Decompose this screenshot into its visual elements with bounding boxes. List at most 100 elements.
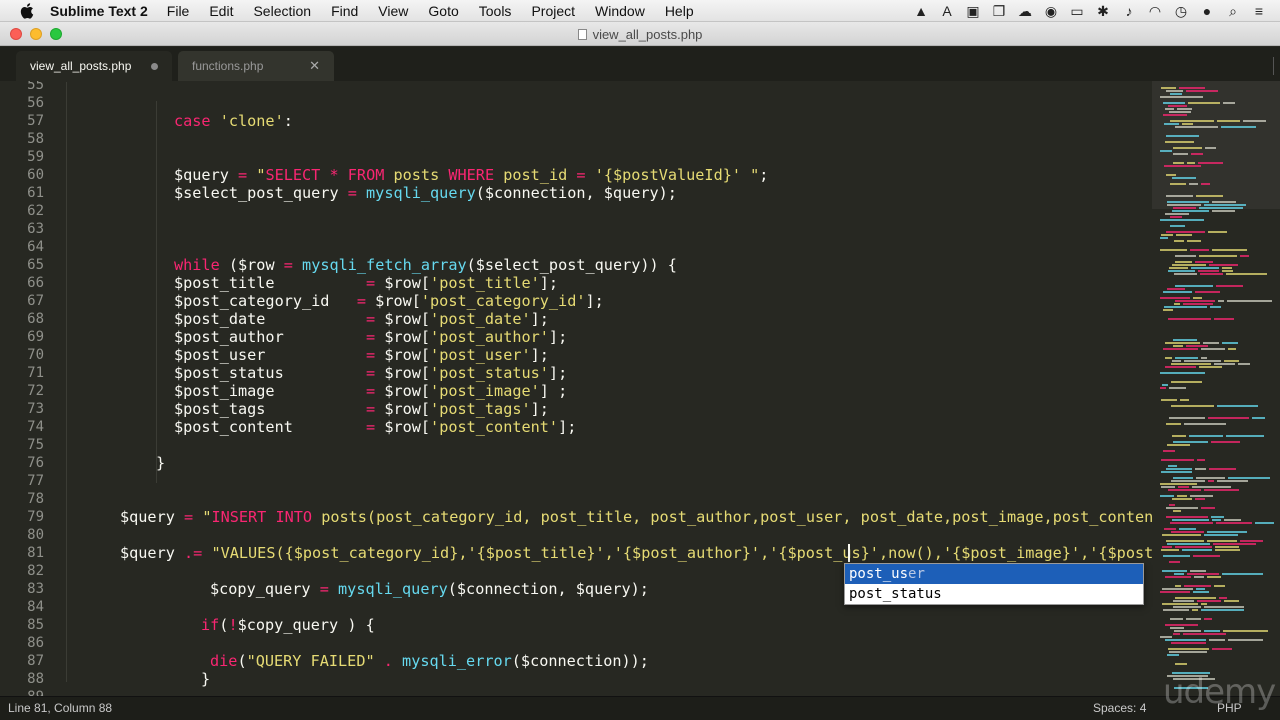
close-tab-icon[interactable]: ✕ bbox=[309, 58, 320, 74]
line-number: 58 bbox=[27, 131, 44, 147]
code-line[interactable]: } bbox=[156, 454, 165, 472]
minimap-line bbox=[1161, 549, 1179, 551]
menu-selection[interactable]: Selection bbox=[253, 3, 311, 19]
code-line[interactable]: $post_content = $row['post_content']; bbox=[174, 418, 576, 436]
code-line[interactable]: $select_post_query = mysqli_query($conne… bbox=[174, 184, 677, 202]
code-token: .= bbox=[184, 544, 212, 562]
code-line[interactable]: $query = "SELECT * FROM posts WHERE post… bbox=[174, 166, 768, 184]
minimap-line bbox=[1161, 399, 1177, 401]
tab-functions[interactable]: functions.php ✕ bbox=[178, 51, 334, 81]
line-number: 87 bbox=[27, 653, 44, 669]
tab-label: view_all_posts.php bbox=[30, 59, 132, 73]
code-line[interactable]: $post_image = $row['post_image'] ; bbox=[174, 382, 567, 400]
minimap-line bbox=[1164, 123, 1179, 125]
menu-goto[interactable]: Goto bbox=[428, 3, 458, 19]
minimap-line bbox=[1201, 357, 1207, 359]
font-icon[interactable]: A bbox=[938, 2, 956, 20]
code-token: $select_post_query bbox=[174, 184, 348, 202]
app-menu[interactable]: Sublime Text 2 bbox=[50, 3, 148, 19]
minimap[interactable] bbox=[1152, 81, 1280, 696]
minimap-line bbox=[1175, 546, 1212, 548]
tab-view-all-posts[interactable]: view_all_posts.php bbox=[16, 51, 172, 81]
minimap-line bbox=[1169, 504, 1175, 506]
autocomplete-popup[interactable]: post_user post_status bbox=[844, 563, 1144, 605]
drive-icon[interactable]: ▲ bbox=[912, 2, 930, 20]
minimap-viewport[interactable] bbox=[1152, 81, 1280, 209]
minimap-line bbox=[1162, 384, 1168, 386]
line-number: 68 bbox=[27, 311, 44, 327]
autocomplete-item[interactable]: post_user bbox=[845, 564, 1143, 584]
menu-file[interactable]: File bbox=[167, 3, 190, 19]
indentation-setting[interactable]: Spaces: 4 bbox=[1093, 701, 1146, 715]
minimap-line bbox=[1228, 477, 1270, 479]
code-line[interactable]: $query .= "VALUES({$post_category_id},'{… bbox=[120, 544, 1152, 562]
airplay-icon[interactable]: ▭ bbox=[1068, 2, 1086, 20]
code-token: 'post_tags' bbox=[430, 400, 531, 418]
menu-list-icon[interactable]: ≡ bbox=[1250, 2, 1268, 20]
minimap-line bbox=[1194, 576, 1204, 578]
minimap-line bbox=[1167, 288, 1185, 290]
autocomplete-rest: us bbox=[924, 586, 942, 602]
search-icon[interactable]: ⌕ bbox=[1224, 2, 1242, 20]
code-token: . bbox=[383, 652, 403, 670]
record-icon[interactable]: ◉ bbox=[1042, 2, 1060, 20]
menu-edit[interactable]: Edit bbox=[209, 3, 233, 19]
minimap-line bbox=[1199, 366, 1222, 368]
screen-record-icon[interactable]: ▣ bbox=[964, 2, 982, 20]
clock-icon[interactable]: ◷ bbox=[1172, 2, 1190, 20]
code-line[interactable]: die("QUERY FAILED" . mysqli_error($conne… bbox=[210, 652, 649, 670]
menu-help[interactable]: Help bbox=[665, 3, 694, 19]
minimap-line bbox=[1201, 603, 1207, 605]
minimap-line bbox=[1160, 483, 1197, 485]
copy-icon[interactable]: ❐ bbox=[990, 2, 1008, 20]
menu-project[interactable]: Project bbox=[531, 3, 575, 19]
code-token: $row[ bbox=[384, 382, 431, 400]
tab-strip-divider bbox=[1273, 57, 1274, 75]
minimap-line bbox=[1161, 486, 1175, 488]
menu-window[interactable]: Window bbox=[595, 3, 645, 19]
code-token: 'post_author' bbox=[430, 328, 549, 346]
code-line[interactable]: case 'clone': bbox=[174, 112, 293, 130]
unsaved-dot-icon[interactable] bbox=[151, 62, 158, 70]
code-line[interactable]: $post_category_id = $row['post_category_… bbox=[174, 292, 604, 310]
apple-icon[interactable] bbox=[18, 2, 36, 20]
code-line[interactable]: $post_tags = $row['post_tags']; bbox=[174, 400, 549, 418]
code-line[interactable]: $copy_query = mysqli_query($connection, … bbox=[210, 580, 649, 598]
bluetooth-icon[interactable]: ✱ bbox=[1094, 2, 1112, 20]
code-token: "QUERY FAILED" bbox=[246, 652, 384, 670]
minimap-line bbox=[1167, 654, 1179, 656]
minimap-line bbox=[1166, 174, 1176, 176]
cloud-icon[interactable]: ☁ bbox=[1016, 2, 1034, 20]
code-token: $post_category_id bbox=[174, 292, 357, 310]
minimap-line bbox=[1160, 591, 1190, 593]
code-token: $query bbox=[120, 544, 185, 562]
minimap-line bbox=[1184, 585, 1211, 587]
menu-find[interactable]: Find bbox=[331, 3, 358, 19]
code-line[interactable]: if(!$copy_query ) { bbox=[201, 616, 375, 634]
minimap-line bbox=[1172, 177, 1196, 179]
autocomplete-item[interactable]: post_status bbox=[845, 584, 1143, 604]
menu-tools[interactable]: Tools bbox=[479, 3, 512, 19]
minimap-line bbox=[1161, 471, 1192, 473]
minimap-line bbox=[1228, 639, 1263, 641]
minimap-line bbox=[1224, 360, 1239, 362]
volume-icon[interactable]: ♪ bbox=[1120, 2, 1138, 20]
minimap-line bbox=[1173, 207, 1196, 209]
code-line[interactable]: $post_date = $row['post_date']; bbox=[174, 310, 549, 328]
code-token: ]; bbox=[530, 346, 549, 364]
code-line[interactable]: $query = "INSERT INTO posts(post_categor… bbox=[120, 508, 1152, 526]
minimap-line bbox=[1212, 201, 1236, 203]
code-line[interactable]: while ($row = mysqli_fetch_array($select… bbox=[174, 256, 677, 274]
code-line[interactable]: } bbox=[201, 670, 210, 688]
user-icon[interactable]: ● bbox=[1198, 2, 1216, 20]
code-token: ]; bbox=[585, 292, 604, 310]
code-line[interactable]: $post_title = $row['post_title']; bbox=[174, 274, 558, 292]
code-line[interactable]: $post_user = $row['post_user']; bbox=[174, 346, 549, 364]
code-line[interactable]: $post_status = $row['post_status']; bbox=[174, 364, 567, 382]
menu-view[interactable]: View bbox=[378, 3, 408, 19]
code-line[interactable]: $post_author = $row['post_author']; bbox=[174, 328, 567, 346]
wifi-icon[interactable]: ◠ bbox=[1146, 2, 1164, 20]
minimap-line bbox=[1171, 381, 1202, 383]
minimap-line bbox=[1205, 147, 1216, 149]
code-token: = bbox=[366, 364, 385, 382]
